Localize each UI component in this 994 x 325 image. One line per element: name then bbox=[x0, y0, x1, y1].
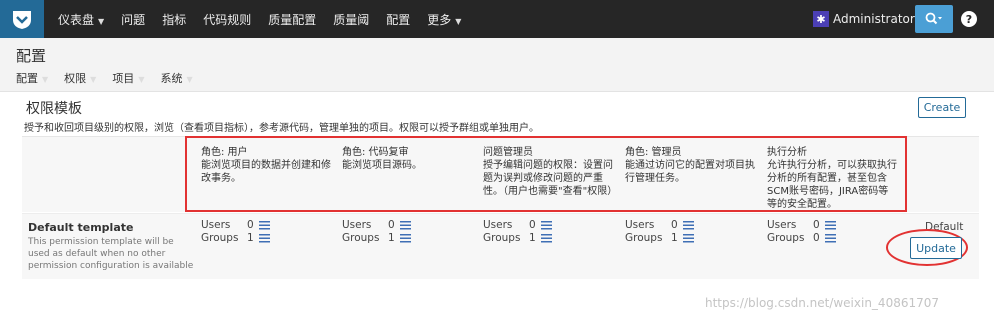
nav-dashboard-label: 仪表盘 bbox=[58, 12, 95, 27]
nav-measures[interactable]: 指标 bbox=[162, 11, 186, 28]
groups-count: 0 bbox=[813, 232, 820, 244]
caret-down-icon: ▼ bbox=[186, 75, 193, 84]
permission-counts: Users 0 Groups 1 bbox=[342, 219, 411, 245]
submenu-security[interactable]: 权限 ▼ bbox=[64, 70, 96, 86]
users-label: Users bbox=[767, 219, 797, 231]
users-label: Users bbox=[201, 219, 231, 231]
nav-administration[interactable]: 配置 bbox=[386, 11, 410, 28]
groups-label: Groups bbox=[201, 232, 239, 244]
nav-rules[interactable]: 代码规则 bbox=[203, 11, 251, 28]
top-navbar: 仪表盘 ▼ 问题 指标 代码规则 质量配置 质量阈 配置 更多 ▼ ✱ Admini… bbox=[0, 0, 994, 38]
groups-count: 1 bbox=[529, 232, 536, 244]
caret-down-icon: ▼ bbox=[90, 75, 97, 84]
users-count: 0 bbox=[529, 219, 536, 231]
caret-down-icon: ▼ bbox=[42, 75, 49, 84]
list-icon[interactable] bbox=[541, 220, 552, 230]
users-count: 0 bbox=[813, 219, 820, 231]
nav-quality-profiles[interactable]: 质量配置 bbox=[268, 11, 316, 28]
permission-templates-panel: 权限模板 授予和收回项目级别的权限，浏览（查看项目指标），参考源代码，管理单独的… bbox=[22, 96, 979, 279]
submenu-projects[interactable]: 项目 ▼ bbox=[112, 70, 144, 86]
users-count: 0 bbox=[247, 219, 254, 231]
submenu-projects-label: 项目 bbox=[112, 72, 135, 85]
nav-more-label: 更多 bbox=[427, 12, 452, 27]
list-icon[interactable] bbox=[541, 233, 552, 243]
permission-counts: Users 0 Groups 1 bbox=[625, 219, 694, 245]
groups-label: Groups bbox=[342, 232, 380, 244]
users-label: Users bbox=[483, 219, 513, 231]
logo-icon bbox=[13, 11, 31, 29]
list-icon[interactable] bbox=[259, 233, 270, 243]
nav-quality-gates[interactable]: 质量阈 bbox=[333, 11, 369, 28]
list-icon[interactable] bbox=[683, 220, 694, 230]
list-icon[interactable] bbox=[683, 233, 694, 243]
submenu-security-label: 权限 bbox=[64, 72, 87, 85]
create-button[interactable]: Create bbox=[918, 97, 966, 118]
groups-label: Groups bbox=[767, 232, 805, 244]
avatar: ✱ bbox=[813, 11, 829, 27]
list-icon[interactable] bbox=[825, 233, 836, 243]
groups-count: 1 bbox=[671, 232, 678, 244]
nav-measures-label: 指标 bbox=[162, 12, 187, 27]
nav-quality-gates-label: 质量阈 bbox=[333, 12, 370, 27]
main-nav: 仪表盘 ▼ 问题 指标 代码规则 质量配置 质量阈 配置 更多 ▼ bbox=[58, 0, 478, 38]
help-icon[interactable]: ? bbox=[961, 11, 977, 27]
user-name: Administrator bbox=[833, 12, 915, 26]
nav-rules-label: 代码规则 bbox=[203, 12, 252, 27]
nav-dashboard[interactable]: 仪表盘 ▼ bbox=[58, 11, 104, 28]
permission-counts: Users 0 Groups 0 bbox=[767, 219, 836, 245]
nav-issues-label: 问题 bbox=[121, 12, 146, 27]
nav-more[interactable]: 更多 ▼ bbox=[427, 11, 461, 28]
permission-counts: Users 0 Groups 1 bbox=[483, 219, 552, 245]
permission-counts: Users 0 Groups 1 bbox=[201, 219, 270, 245]
page-title: 配置 bbox=[16, 47, 47, 65]
admin-header: 配置 配置 ▼ 权限 ▼ 项目 ▼ 系统 ▼ bbox=[0, 38, 994, 92]
nav-quality-profiles-label: 质量配置 bbox=[268, 12, 317, 27]
caret-down-icon: ▼ bbox=[138, 75, 145, 84]
section-title: 权限模板 bbox=[26, 101, 82, 117]
list-icon[interactable] bbox=[825, 220, 836, 230]
submenu-configuration-label: 配置 bbox=[16, 72, 38, 85]
users-label: Users bbox=[342, 219, 372, 231]
nav-issues[interactable]: 问题 bbox=[121, 11, 145, 28]
groups-count: 1 bbox=[388, 232, 395, 244]
users-count: 0 bbox=[388, 219, 395, 231]
list-icon[interactable] bbox=[400, 220, 411, 230]
update-button[interactable]: Update bbox=[910, 237, 962, 259]
groups-label: Groups bbox=[483, 232, 521, 244]
search-button[interactable] bbox=[915, 5, 953, 33]
submenu-system[interactable]: 系统 ▼ bbox=[160, 70, 192, 86]
list-icon[interactable] bbox=[259, 220, 270, 230]
caret-down-icon: ▼ bbox=[98, 16, 105, 26]
sonarqube-logo[interactable] bbox=[0, 0, 44, 38]
template-description: This permission template will be used as… bbox=[28, 237, 194, 271]
users-count: 0 bbox=[671, 219, 678, 231]
watermark: https://blog.csdn.net/weixin_40861707 bbox=[705, 296, 940, 310]
highlight-box bbox=[185, 136, 907, 212]
submenu-system-label: 系统 bbox=[160, 72, 183, 85]
search-icon bbox=[925, 12, 942, 25]
section-description: 授予和收回项目级别的权限，浏览（查看项目指标），参考源代码，管理单独的项目。权限… bbox=[24, 123, 539, 134]
submenu-configuration[interactable]: 配置 ▼ bbox=[16, 70, 48, 86]
users-label: Users bbox=[625, 219, 655, 231]
groups-label: Groups bbox=[625, 232, 663, 244]
user-menu[interactable]: ✱ Administrator ▼ bbox=[813, 11, 925, 27]
admin-submenu: 配置 ▼ 权限 ▼ 项目 ▼ 系统 ▼ bbox=[16, 70, 209, 86]
nav-administration-label: 配置 bbox=[386, 12, 411, 27]
template-name[interactable]: Default template bbox=[28, 221, 133, 234]
list-icon[interactable] bbox=[400, 233, 411, 243]
caret-down-icon: ▼ bbox=[455, 16, 462, 26]
groups-count: 1 bbox=[247, 232, 254, 244]
